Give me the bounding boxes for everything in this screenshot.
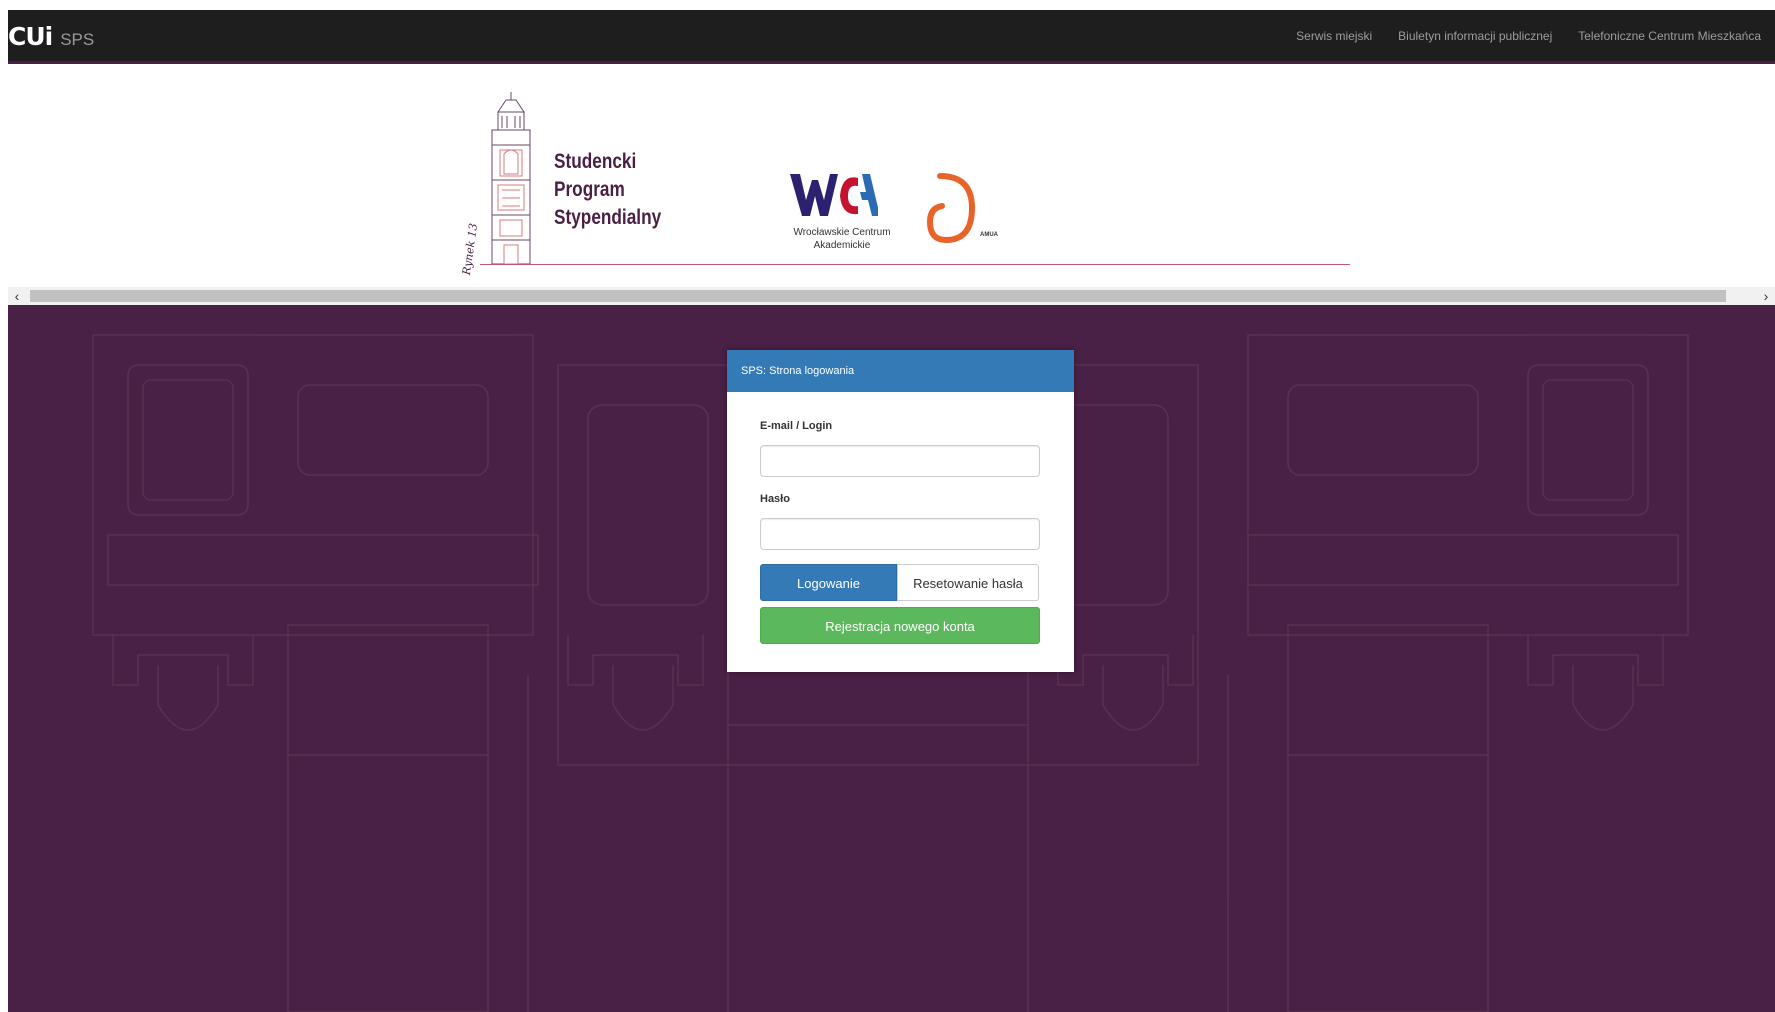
nav-link-biuletyn[interactable]: Biuletyn informacji publicznej (1398, 29, 1552, 43)
nav-link-telefoniczne-centrum[interactable]: Telefoniczne Centrum Mieszkańca (1578, 29, 1761, 43)
banner: Rynek 13 Studencki Program Stypendialny … (8, 64, 1775, 288)
cui-logo: CUi (8, 22, 53, 51)
horizontal-scrollbar[interactable]: ‹ › (8, 287, 1775, 305)
brand-subtitle: SPS (60, 30, 95, 49)
page: CUi SPS Serwis miejski Biuletyn informac… (0, 0, 1775, 1012)
wca-logo-icon (790, 174, 878, 216)
login-button[interactable]: Logowanie (760, 564, 897, 601)
banner-divider (480, 264, 1350, 265)
scrollbar-thumb[interactable] (30, 290, 1726, 302)
program-title-line: Program (554, 178, 625, 201)
login-panel: SPS: Strona logowania E-mail / Login Has… (727, 350, 1074, 672)
nav-link-serwis-miejski[interactable]: Serwis miejski (1296, 29, 1372, 43)
program-title-line: Stypendialny (554, 206, 662, 229)
nav-links: Serwis miejski Biuletyn informacji publi… (1296, 29, 1761, 43)
register-button[interactable]: Rejestracja nowego konta (760, 607, 1040, 644)
top-navbar: CUi SPS Serwis miejski Biuletyn informac… (8, 10, 1775, 64)
login-panel-heading: SPS: Strona logowania (727, 350, 1074, 392)
reset-password-button[interactable]: Resetowanie hasła (897, 564, 1039, 601)
password-input[interactable] (760, 518, 1040, 550)
scroll-left-arrow-icon[interactable]: ‹ (8, 287, 26, 305)
program-title: Studencki Program Stypendialny (554, 148, 661, 232)
wca-caption: Wrocławskie Centrum Akademickie (793, 227, 891, 251)
email-label: E-mail / Login (760, 420, 833, 432)
email-input[interactable] (760, 445, 1040, 477)
password-label: Hasło (760, 493, 790, 505)
swirl-logo-icon (926, 173, 976, 244)
brand[interactable]: CUi SPS (8, 22, 94, 51)
partner-logo-text: AMUA (980, 232, 998, 238)
tower-logo-icon (491, 92, 531, 265)
program-title-line: Studencki (554, 150, 637, 173)
scroll-right-arrow-icon[interactable]: › (1757, 287, 1775, 305)
signature: Rynek 13 (460, 222, 481, 276)
